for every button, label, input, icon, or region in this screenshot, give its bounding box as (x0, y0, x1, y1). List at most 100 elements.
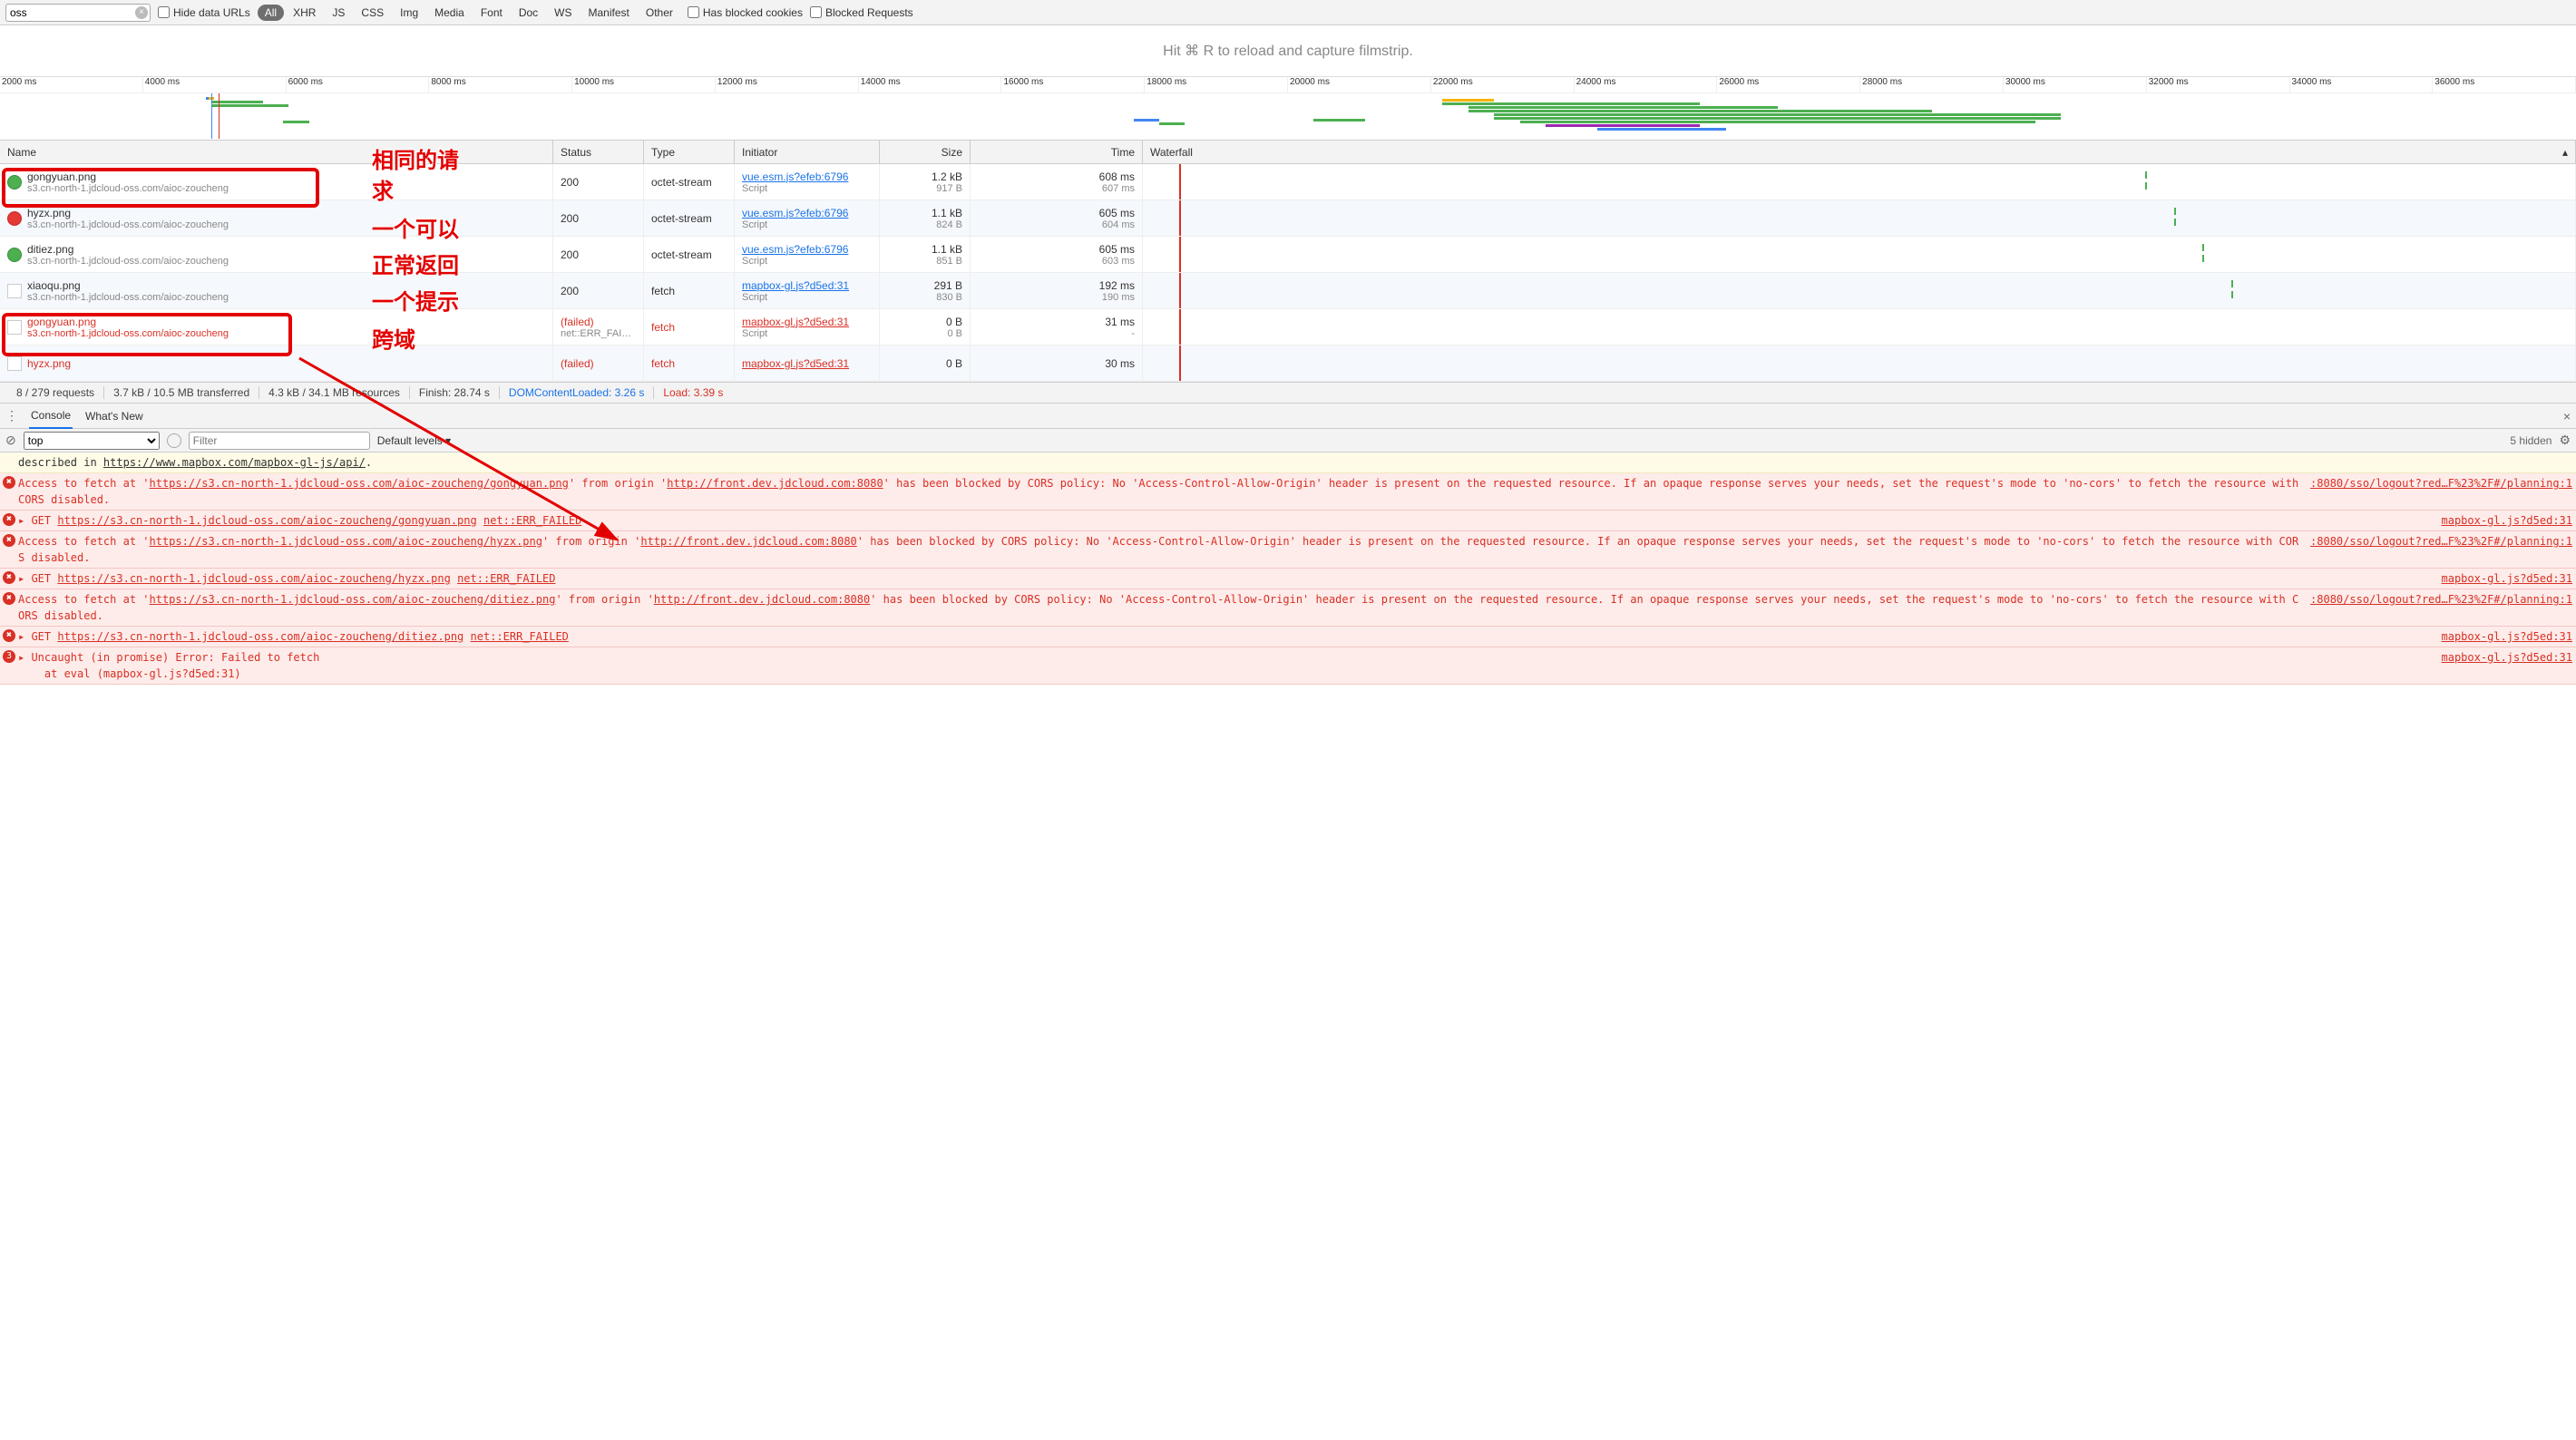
time-text: 608 ms (978, 170, 1135, 183)
status-requests: 8 / 279 requests (7, 386, 104, 399)
type-filter-js[interactable]: JS (325, 5, 352, 21)
initiator-link[interactable]: mapbox-gl.js?d5ed:31 (742, 279, 872, 292)
type-filter-css[interactable]: CSS (354, 5, 391, 21)
status-text: 200 (561, 176, 636, 189)
type-filter-other[interactable]: Other (639, 5, 680, 21)
log-source-link[interactable]: :8080/sso/logout?red…F%23%2F#/planning:1 (2301, 591, 2572, 624)
col-type[interactable]: Type (644, 141, 735, 163)
table-row[interactable]: gongyuan.pngs3.cn-north-1.jdcloud-oss.co… (0, 309, 2576, 345)
error-icon: ✖ (3, 629, 15, 642)
log-source-link[interactable]: mapbox-gl.js?d5ed:31 (2433, 649, 2573, 682)
log-link[interactable]: net::ERR_FAILED (483, 514, 581, 527)
log-link[interactable]: net::ERR_FAILED (457, 572, 555, 585)
type-filter-all[interactable]: All (258, 5, 284, 21)
type-filter-font[interactable]: Font (473, 5, 510, 21)
initiator-link[interactable]: mapbox-gl.js?d5ed:31 (742, 316, 872, 328)
type-filter-manifest[interactable]: Manifest (581, 5, 637, 21)
status-text: (failed) (561, 357, 636, 370)
log-link[interactable]: http://front.dev.jdcloud.com:8080 (640, 535, 856, 548)
log-source-link[interactable]: :8080/sso/logout?red…F%23%2F#/planning:1 (2301, 533, 2572, 566)
col-initiator[interactable]: Initiator (735, 141, 880, 163)
has-blocked-cookies-checkbox[interactable]: Has blocked cookies (688, 6, 803, 19)
log-link[interactable]: https://s3.cn-north-1.jdcloud-oss.com/ai… (57, 630, 463, 643)
log-levels-dropdown[interactable]: Default levels ▾ (377, 434, 451, 447)
log-link[interactable]: http://front.dev.jdcloud.com:8080 (654, 593, 870, 606)
type-filter-xhr[interactable]: XHR (286, 5, 323, 21)
table-row[interactable]: hyzx.pngs3.cn-north-1.jdcloud-oss.com/ai… (0, 200, 2576, 237)
log-link[interactable]: https://www.mapbox.com/mapbox-gl-js/api/ (103, 456, 366, 469)
type-filter-img[interactable]: Img (393, 5, 425, 21)
log-message: Access to fetch at 'https://s3.cn-north-… (18, 475, 2301, 508)
table-row[interactable]: ditiez.pngs3.cn-north-1.jdcloud-oss.com/… (0, 237, 2576, 273)
console-filter-input[interactable] (189, 432, 370, 450)
log-link[interactable]: https://s3.cn-north-1.jdcloud-oss.com/ai… (150, 477, 569, 490)
table-row[interactable]: xiaoqu.pngs3.cn-north-1.jdcloud-oss.com/… (0, 273, 2576, 309)
initiator-link[interactable]: vue.esm.js?efeb:6796 (742, 170, 872, 183)
error-count-badge: 3 (3, 650, 15, 663)
blocked-requests-checkbox[interactable]: Blocked Requests (810, 6, 913, 19)
col-size[interactable]: Size (880, 141, 971, 163)
log-source-link[interactable]: mapbox-gl.js?d5ed:31 (2433, 512, 2573, 529)
console-log-line[interactable]: ✖▸ GET https://s3.cn-north-1.jdcloud-oss… (0, 511, 2576, 531)
log-link[interactable]: https://s3.cn-north-1.jdcloud-oss.com/ai… (57, 514, 476, 527)
log-message: ▸ GET https://s3.cn-north-1.jdcloud-oss.… (18, 628, 2433, 645)
context-select[interactable]: top (24, 432, 160, 450)
timeline-overview[interactable]: 2000 ms4000 ms6000 ms8000 ms10000 ms1200… (0, 77, 2576, 141)
log-link[interactable]: https://s3.cn-north-1.jdcloud-oss.com/ai… (150, 535, 542, 548)
tab-whats-new[interactable]: What's New (83, 404, 145, 428)
size-text: 1.2 kB (887, 170, 962, 183)
file-icon (7, 320, 22, 335)
log-source-link[interactable]: mapbox-gl.js?d5ed:31 (2433, 628, 2573, 645)
request-url: s3.cn-north-1.jdcloud-oss.com/aioc-zouch… (27, 328, 229, 339)
type-filter-doc[interactable]: Doc (512, 5, 545, 21)
time-sub: 604 ms (978, 219, 1135, 230)
hide-data-urls-checkbox[interactable]: Hide data URLs (158, 6, 250, 19)
timeline-tick: 14000 ms (859, 77, 1002, 92)
log-link[interactable]: https://s3.cn-north-1.jdcloud-oss.com/ai… (150, 593, 556, 606)
console-settings-icon[interactable]: ⚙ (2559, 433, 2571, 448)
log-message: described in https://www.mapbox.com/mapb… (18, 454, 2572, 471)
col-time[interactable]: Time (971, 141, 1143, 163)
network-filter-toolbar: × Hide data URLs AllXHRJSCSSImgMediaFont… (0, 0, 2576, 25)
log-link[interactable]: http://front.dev.jdcloud.com:8080 (667, 477, 883, 490)
col-waterfall[interactable]: Waterfall▴ (1143, 141, 2576, 163)
clear-console-icon[interactable]: ⊘ (5, 433, 16, 448)
timeline-tick: 12000 ms (716, 77, 859, 92)
request-url: s3.cn-north-1.jdcloud-oss.com/aioc-zouch… (27, 292, 229, 303)
log-source-link[interactable]: :8080/sso/logout?red…F%23%2F#/planning:1 (2301, 475, 2572, 508)
live-expression-icon[interactable] (167, 433, 181, 448)
timeline-tick: 6000 ms (287, 77, 430, 92)
tab-console[interactable]: Console (29, 404, 73, 429)
table-row[interactable]: gongyuan.pngs3.cn-north-1.jdcloud-oss.co… (0, 164, 2576, 200)
drawer-close-icon[interactable]: × (2563, 409, 2571, 423)
network-table-header: Name Status Type Initiator Size Time Wat… (0, 141, 2576, 164)
initiator-link[interactable]: vue.esm.js?efeb:6796 (742, 207, 872, 219)
console-log-line[interactable]: 3▸ Uncaught (in promise) Error: Failed t… (0, 647, 2576, 685)
console-log-line[interactable]: ✖Access to fetch at 'https://s3.cn-north… (0, 531, 2576, 569)
console-log-line[interactable]: ✖Access to fetch at 'https://s3.cn-north… (0, 473, 2576, 511)
blocked-requests-input[interactable] (810, 6, 822, 18)
console-log-line[interactable]: described in https://www.mapbox.com/mapb… (0, 452, 2576, 473)
error-icon: ✖ (3, 534, 15, 547)
hide-data-urls-input[interactable] (158, 6, 170, 18)
console-log-line[interactable]: ✖Access to fetch at 'https://s3.cn-north… (0, 589, 2576, 627)
clear-filter-icon[interactable]: × (135, 6, 148, 19)
col-name[interactable]: Name (0, 141, 553, 163)
request-url: s3.cn-north-1.jdcloud-oss.com/aioc-zouch… (27, 256, 229, 267)
has-blocked-cookies-input[interactable] (688, 6, 699, 18)
table-row[interactable]: hyzx.png(failed)fetchmapbox-gl.js?d5ed:3… (0, 345, 2576, 382)
initiator-link[interactable]: vue.esm.js?efeb:6796 (742, 243, 872, 256)
time-text: 605 ms (978, 243, 1135, 256)
console-log-line[interactable]: ✖▸ GET https://s3.cn-north-1.jdcloud-oss… (0, 569, 2576, 589)
filter-input[interactable] (5, 4, 151, 22)
type-filter-media[interactable]: Media (427, 5, 472, 21)
col-status[interactable]: Status (553, 141, 644, 163)
console-log-line[interactable]: ✖▸ GET https://s3.cn-north-1.jdcloud-oss… (0, 627, 2576, 647)
drawer-menu-icon[interactable]: ⋮ (5, 408, 18, 423)
log-link[interactable]: net::ERR_FAILED (471, 630, 569, 643)
log-link[interactable]: https://s3.cn-north-1.jdcloud-oss.com/ai… (57, 572, 450, 585)
log-source-link[interactable]: mapbox-gl.js?d5ed:31 (2433, 570, 2573, 587)
request-name: xiaoqu.png (27, 279, 229, 292)
type-filter-ws[interactable]: WS (547, 5, 579, 21)
initiator-link[interactable]: mapbox-gl.js?d5ed:31 (742, 357, 872, 370)
